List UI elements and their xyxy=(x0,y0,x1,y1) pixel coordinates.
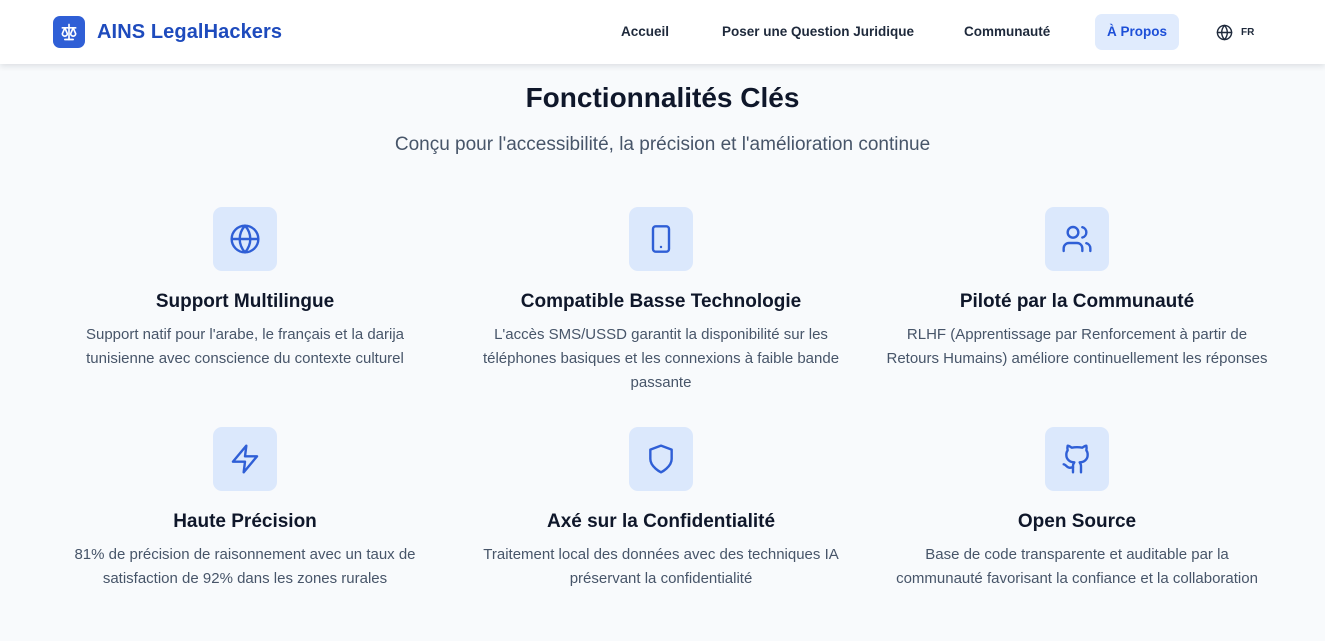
feature-card-privacy: Axé sur la Confidentialité Traitement lo… xyxy=(466,427,856,591)
feature-title: Compatible Basse Technologie xyxy=(520,291,802,312)
globe-icon xyxy=(213,207,277,271)
nav-accueil[interactable]: Accueil xyxy=(609,14,681,50)
feature-title: Open Source xyxy=(1017,511,1137,532)
feature-description: RLHF (Apprentissage par Renforcement à p… xyxy=(886,326,1268,367)
feature-description: Traitement local des données avec des te… xyxy=(483,546,839,587)
feature-card-multilingual: Support Multilingue Support natif pour l… xyxy=(50,207,440,371)
github-icon xyxy=(1045,427,1109,491)
lightning-icon xyxy=(213,427,277,491)
feature-description: L'accès SMS/USSD garantit la disponibili… xyxy=(482,326,840,391)
section-subtitle: Conçu pour l'accessibilité, la précision… xyxy=(394,134,931,155)
globe-icon xyxy=(1216,24,1233,41)
feature-title: Haute Précision xyxy=(173,511,317,532)
language-switcher[interactable]: FR xyxy=(1216,20,1254,44)
feature-description: 81% de précision de raisonnement avec un… xyxy=(74,546,416,587)
top-navbar: AINS LegalHackers Accueil Poser une Ques… xyxy=(0,0,1325,64)
nav-poser-question[interactable]: Poser une Question Juridique xyxy=(710,14,926,50)
feature-title: Support Multilingue xyxy=(155,291,335,312)
feature-title: Axé sur la Confidentialité xyxy=(546,511,776,532)
tablet-icon xyxy=(629,207,693,271)
nav-communaute[interactable]: Communauté xyxy=(952,14,1062,50)
feature-card-precision: Haute Précision 81% de précision de rais… xyxy=(50,427,440,591)
language-code: FR xyxy=(1241,26,1255,38)
feature-title: Piloté par la Communauté xyxy=(959,291,1195,312)
section-title: Fonctionnalités Clés xyxy=(525,82,800,113)
feature-card-open-source: Open Source Base de code transparente et… xyxy=(882,427,1272,591)
scale-icon xyxy=(53,16,85,48)
brand-name: AINS LegalHackers xyxy=(97,20,283,43)
features-section: Fonctionnalités Clés Conçu pour l'access… xyxy=(0,64,1325,641)
feature-description: Support natif pour l'arabe, le français … xyxy=(85,326,405,367)
feature-description: Base de code transparente et auditable p… xyxy=(896,546,1258,587)
feature-card-low-tech: Compatible Basse Technologie L'accès SMS… xyxy=(466,207,856,395)
users-icon xyxy=(1045,207,1109,271)
brand-link[interactable]: AINS LegalHackers xyxy=(53,16,282,48)
feature-card-community: Piloté par la Communauté RLHF (Apprentis… xyxy=(882,207,1272,371)
shield-icon xyxy=(629,427,693,491)
nav-a-propos[interactable]: À Propos xyxy=(1095,14,1180,50)
